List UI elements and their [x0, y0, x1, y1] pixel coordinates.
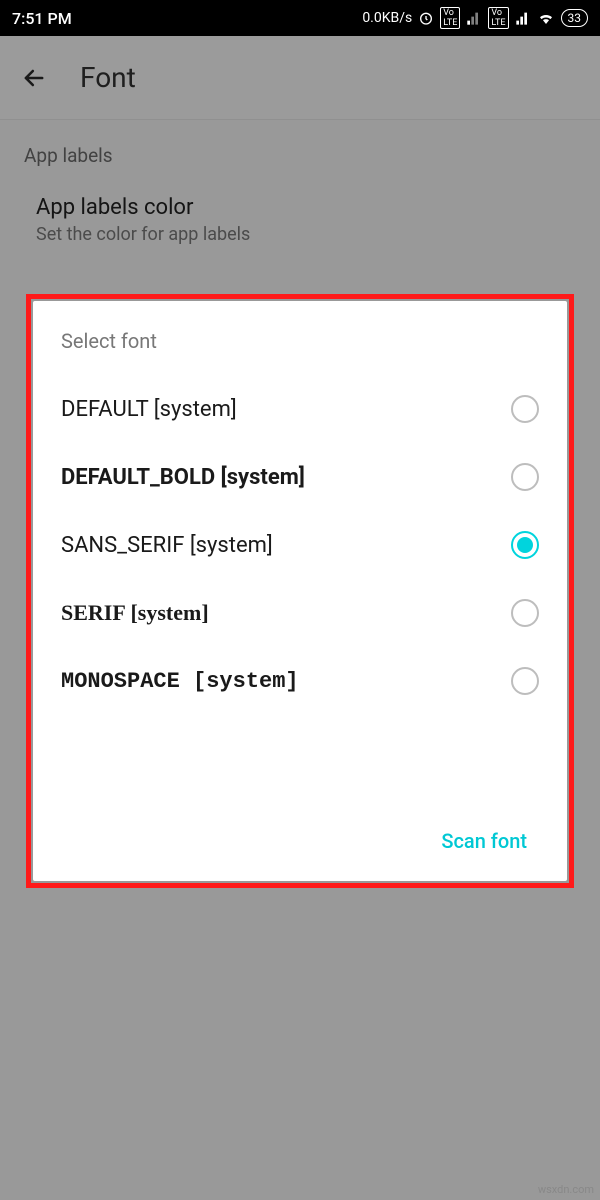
- radio-icon[interactable]: [511, 599, 539, 627]
- volte-icon-1: VoLTE: [440, 7, 460, 29]
- status-bar: 7:51 PM 0.0KB/s VoLTE VoLTE 33: [0, 0, 600, 36]
- signal-icon-2: [515, 10, 531, 26]
- dialog-title: Select font: [61, 329, 539, 353]
- status-right: 0.0KB/s VoLTE VoLTE 33: [362, 7, 588, 29]
- dialog-actions: Scan font: [61, 797, 539, 861]
- watermark: wsxdn.com: [538, 1183, 594, 1196]
- annotation-highlight: Select font DEFAULT [system] DEFAULT_BOLD…: [26, 294, 574, 888]
- volte-icon-2: VoLTE: [488, 7, 508, 29]
- font-option-4[interactable]: MONOSPACE [system]: [61, 647, 539, 715]
- font-option-label: DEFAULT_BOLD [system]: [61, 465, 305, 490]
- radio-icon[interactable]: [511, 667, 539, 695]
- scan-font-button[interactable]: Scan font: [429, 821, 539, 861]
- font-option-1[interactable]: DEFAULT_BOLD [system]: [61, 443, 539, 511]
- status-time: 7:51 PM: [12, 9, 72, 28]
- wifi-icon: [537, 9, 555, 27]
- select-font-dialog: Select font DEFAULT [system] DEFAULT_BOLD…: [33, 301, 567, 881]
- radio-icon[interactable]: [511, 463, 539, 491]
- font-option-label: SANS_SERIF [system]: [61, 533, 273, 558]
- font-option-0[interactable]: DEFAULT [system]: [61, 375, 539, 443]
- font-option-label: DEFAULT [system]: [61, 397, 237, 422]
- battery-indicator: 33: [561, 9, 589, 27]
- signal-icon-1: [466, 10, 482, 26]
- radio-icon[interactable]: [511, 395, 539, 423]
- font-option-2[interactable]: SANS_SERIF [system]: [61, 511, 539, 579]
- font-option-label: SERIF [system]: [61, 600, 209, 626]
- font-option-3[interactable]: SERIF [system]: [61, 579, 539, 647]
- font-option-label: MONOSPACE [system]: [61, 669, 299, 694]
- alarm-icon: [418, 10, 434, 26]
- dialog-container: Select font DEFAULT [system] DEFAULT_BOLD…: [26, 294, 574, 888]
- radio-icon[interactable]: [511, 531, 539, 559]
- font-options-list: DEFAULT [system] DEFAULT_BOLD [system] SAN…: [61, 375, 539, 715]
- status-netspeed: 0.0KB/s: [362, 10, 412, 26]
